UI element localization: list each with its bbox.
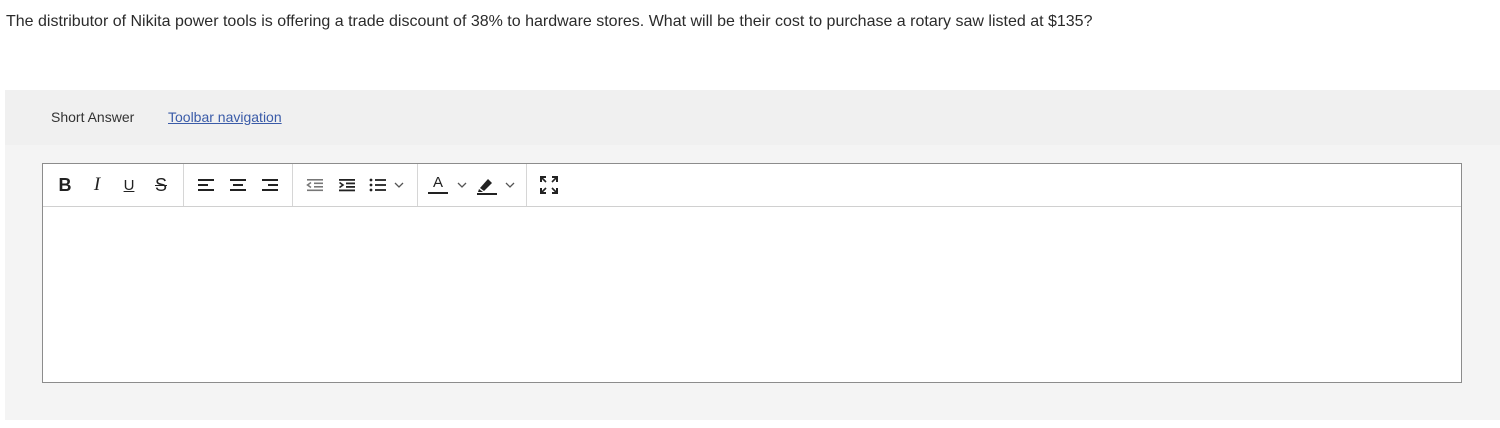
fullscreen-icon [540, 176, 558, 194]
strikethrough-button[interactable]: S [145, 170, 177, 200]
text-color-bar [428, 192, 448, 194]
bullet-list-dropdown[interactable] [363, 170, 411, 200]
underline-icon: U [123, 176, 135, 194]
outdent-icon [306, 179, 323, 192]
highlight-color-dropdown[interactable] [472, 170, 520, 200]
rich-text-editor: B I U S A [42, 163, 1462, 383]
align-center-button[interactable] [222, 170, 254, 200]
underline-button[interactable]: U [113, 170, 145, 200]
outdent-button[interactable] [299, 170, 331, 200]
chevron-down-icon [394, 182, 404, 188]
bold-icon: B [58, 174, 72, 195]
align-left-icon [198, 179, 214, 191]
indent-button[interactable] [331, 170, 363, 200]
color-group: A [418, 164, 527, 206]
text-color-dropdown[interactable]: A [424, 170, 472, 200]
question-text: The distributor of Nikita power tools is… [6, 13, 1093, 30]
text-color-icon: A [428, 174, 448, 194]
answer-text-area[interactable] [43, 207, 1461, 382]
align-right-icon [262, 179, 278, 191]
editor-toolbar: B I U S A [43, 164, 1461, 207]
italic-button[interactable]: I [81, 170, 113, 200]
chevron-down-icon [457, 182, 467, 188]
answer-panel-header: Short Answer Toolbar navigation [5, 90, 1500, 145]
view-group [527, 164, 571, 206]
fullscreen-button[interactable] [533, 170, 565, 200]
chevron-down-icon [505, 182, 515, 188]
align-left-button[interactable] [190, 170, 222, 200]
answer-type-label: Short Answer [51, 109, 135, 125]
italic-icon: I [93, 174, 101, 195]
align-center-icon [230, 179, 246, 191]
text-style-group: B I U S [43, 164, 184, 206]
indent-icon [339, 179, 355, 192]
bold-button[interactable]: B [49, 170, 81, 200]
toolbar-navigation-link[interactable]: Toolbar navigation [168, 109, 282, 125]
alignment-group [184, 164, 293, 206]
strikethrough-icon: S [154, 174, 167, 195]
align-right-button[interactable] [254, 170, 286, 200]
text-color-letter: A [432, 174, 443, 191]
list-indent-group [293, 164, 418, 206]
bullet-list-icon [369, 178, 386, 192]
highlight-color-icon [477, 179, 497, 195]
answer-panel: Short Answer Toolbar navigation B I U S [5, 90, 1500, 420]
